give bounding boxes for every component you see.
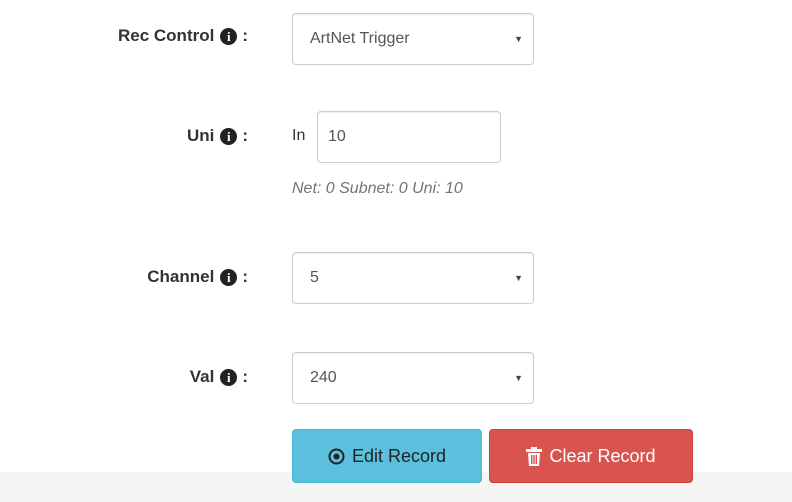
uni-in-prefix: In bbox=[292, 127, 306, 144]
edit-record-button[interactable]: Edit Record bbox=[292, 429, 482, 483]
uni-label-text: Uni bbox=[186, 126, 215, 145]
caret-down-icon: ▼ bbox=[514, 273, 523, 283]
channel-selected-value: 5 bbox=[310, 269, 319, 286]
info-icon[interactable]: i bbox=[220, 27, 238, 45]
caret-down-icon: ▼ bbox=[514, 34, 523, 44]
val-select[interactable]: 240 ▼ bbox=[292, 352, 534, 404]
info-icon[interactable]: i bbox=[220, 127, 238, 145]
uni-label: Uni i : bbox=[187, 126, 248, 146]
dot-circle-icon bbox=[328, 448, 345, 465]
val-selected-value: 240 bbox=[310, 369, 337, 386]
rec-control-selected-value: ArtNet Trigger bbox=[310, 30, 410, 47]
uni-colon: : bbox=[242, 126, 248, 145]
trash-icon bbox=[526, 446, 543, 466]
channel-label-text: Channel bbox=[147, 267, 215, 286]
info-icon[interactable]: i bbox=[220, 368, 238, 386]
clear-record-label: Clear Record bbox=[549, 445, 656, 466]
val-label: Val i : bbox=[190, 367, 248, 387]
channel-colon: : bbox=[242, 267, 248, 286]
uni-input[interactable] bbox=[317, 111, 501, 163]
caret-down-icon: ▼ bbox=[514, 373, 523, 383]
uni-help-text: Net: 0 Subnet: 0 Uni: 10 bbox=[292, 180, 463, 197]
val-colon: : bbox=[242, 367, 248, 386]
rec-control-select[interactable]: ArtNet Trigger ▼ bbox=[292, 13, 534, 65]
channel-select[interactable]: 5 ▼ bbox=[292, 252, 534, 304]
val-label-text: Val bbox=[189, 367, 215, 386]
rec-control-label-text: Rec Control bbox=[117, 26, 215, 45]
clear-record-button[interactable]: Clear Record bbox=[489, 429, 693, 483]
info-icon[interactable]: i bbox=[220, 268, 238, 286]
channel-label: Channel i : bbox=[147, 267, 248, 287]
rec-control-label: Rec Control i : bbox=[118, 26, 248, 46]
rec-control-colon: : bbox=[242, 26, 248, 45]
edit-record-label: Edit Record bbox=[351, 445, 447, 466]
